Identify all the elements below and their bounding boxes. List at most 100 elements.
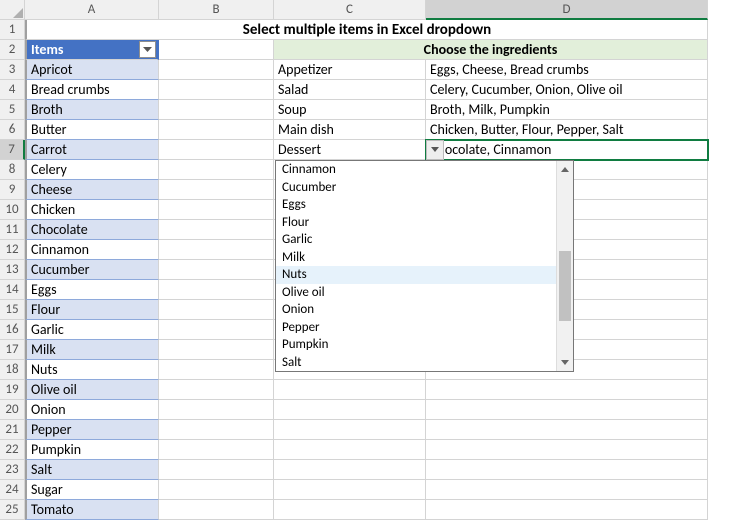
row-header-16[interactable]: 16 xyxy=(0,320,25,340)
cell-b25 xyxy=(159,500,274,520)
course-label: Main dish xyxy=(274,120,426,140)
row-header-19[interactable]: 19 xyxy=(0,380,25,400)
items-cell: Eggs xyxy=(25,280,159,300)
column-header-D[interactable]: D xyxy=(426,0,708,20)
items-cell: Chicken xyxy=(25,200,159,220)
dropdown-option[interactable]: Salt xyxy=(276,354,556,372)
items-cell: Bread crumbs xyxy=(25,80,159,100)
cell-b20 xyxy=(159,400,274,420)
scroll-down-arrow[interactable] xyxy=(557,354,573,371)
cell-b5 xyxy=(159,100,274,120)
row-header-18[interactable]: 18 xyxy=(0,360,25,380)
cell-b22 xyxy=(159,440,274,460)
cell-b9 xyxy=(159,180,274,200)
dropdown-option[interactable]: Flour xyxy=(276,214,556,232)
cell-c25 xyxy=(274,500,426,520)
row-header-9[interactable]: 9 xyxy=(0,180,25,200)
items-cell: Cinnamon xyxy=(25,240,159,260)
cell-b11 xyxy=(159,220,274,240)
cell-c20 xyxy=(274,400,426,420)
row-header-4[interactable]: 4 xyxy=(0,80,25,100)
cell-b16 xyxy=(159,320,274,340)
cell-b19 xyxy=(159,380,274,400)
dropdown-option[interactable]: Nuts xyxy=(276,266,556,284)
select-all-corner[interactable] xyxy=(0,0,25,20)
cell-c21 xyxy=(274,420,426,440)
row-header-25[interactable]: 25 xyxy=(0,500,25,520)
items-cell: Butter xyxy=(25,120,159,140)
items-cell: Olive oil xyxy=(25,380,159,400)
row-header-17[interactable]: 17 xyxy=(0,340,25,360)
dropdown-option[interactable]: Eggs xyxy=(276,196,556,214)
cell-b15 xyxy=(159,300,274,320)
row-header-8[interactable]: 8 xyxy=(0,160,25,180)
dropdown-option[interactable]: Olive oil xyxy=(276,284,556,302)
items-cell: Cucumber xyxy=(25,260,159,280)
cell-b4 xyxy=(159,80,274,100)
dropdown-button[interactable] xyxy=(426,140,444,160)
column-header-A[interactable]: A xyxy=(25,0,159,20)
row-header-10[interactable]: 10 xyxy=(0,200,25,220)
course-label: Dessert xyxy=(274,140,426,160)
filter-button[interactable] xyxy=(139,41,156,58)
row-header-6[interactable]: 6 xyxy=(0,120,25,140)
scroll-thumb[interactable] xyxy=(559,251,571,321)
row-header-11[interactable]: 11 xyxy=(0,220,25,240)
cell-c23 xyxy=(274,460,426,480)
dropdown-option[interactable]: Pepper xyxy=(276,319,556,337)
items-cell: Broth xyxy=(25,100,159,120)
dropdown-option[interactable]: Garlic xyxy=(276,231,556,249)
ingredients-cell: Chicken, Butter, Flour, Pepper, Salt xyxy=(426,120,708,140)
cell-b24 xyxy=(159,480,274,500)
row-header-2[interactable]: 2 xyxy=(0,40,25,60)
dropdown-scrollbar[interactable] xyxy=(556,161,573,371)
dropdown-option[interactable]: Cucumber xyxy=(276,179,556,197)
items-cell: Pepper xyxy=(25,420,159,440)
column-header-C[interactable]: C xyxy=(274,0,426,20)
row-header-20[interactable]: 20 xyxy=(0,400,25,420)
scroll-up-arrow[interactable] xyxy=(557,161,573,178)
cell-c22 xyxy=(274,440,426,460)
cell-b23 xyxy=(159,460,274,480)
row-header-1[interactable]: 1 xyxy=(0,20,25,40)
row-header-7[interactable]: 7 xyxy=(0,140,25,160)
row-header-3[interactable]: 3 xyxy=(0,60,25,80)
choose-ingredients-header: Choose the ingredients xyxy=(274,40,708,60)
row-header-14[interactable]: 14 xyxy=(0,280,25,300)
row-header-15[interactable]: 15 xyxy=(0,300,25,320)
dropdown-option[interactable]: Milk xyxy=(276,249,556,267)
cell-d22 xyxy=(426,440,708,460)
items-cell: Flour xyxy=(25,300,159,320)
row-header-12[interactable]: 12 xyxy=(0,240,25,260)
column-header-B[interactable]: B xyxy=(159,0,274,20)
items-cell: Celery xyxy=(25,160,159,180)
items-cell: Sugar xyxy=(25,480,159,500)
cell-b2 xyxy=(159,40,274,60)
items-cell: Tomato xyxy=(25,500,159,520)
course-label: Salad xyxy=(274,80,426,100)
ingredients-cell: Eggs, Cheese, Bread crumbs xyxy=(426,60,708,80)
row-header-13[interactable]: 13 xyxy=(0,260,25,280)
cell-d24 xyxy=(426,480,708,500)
row-header-24[interactable]: 24 xyxy=(0,480,25,500)
items-cell: Nuts xyxy=(25,360,159,380)
cell-b8 xyxy=(159,160,274,180)
dropdown-option[interactable]: Onion xyxy=(276,301,556,319)
cell-d21 xyxy=(426,420,708,440)
cell-b3 xyxy=(159,60,274,80)
page-title: Select multiple items in Excel dropdown xyxy=(25,20,708,40)
items-cell: Chocolate xyxy=(25,220,159,240)
cell-c19 xyxy=(274,380,426,400)
items-cell: Onion xyxy=(25,400,159,420)
row-header-23[interactable]: 23 xyxy=(0,460,25,480)
row-header-22[interactable]: 22 xyxy=(0,440,25,460)
ingredients-cell[interactable]: Chocolate, Cinnamon xyxy=(426,140,708,160)
dropdown-list[interactable]: CinnamonCucumberEggsFlourGarlicMilkNutsO… xyxy=(275,160,574,372)
dropdown-option[interactable]: Cinnamon xyxy=(276,161,556,179)
cell-d19 xyxy=(426,380,708,400)
row-header-5[interactable]: 5 xyxy=(0,100,25,120)
row-header-21[interactable]: 21 xyxy=(0,420,25,440)
ingredients-cell: Celery, Cucumber, Onion, Olive oil xyxy=(426,80,708,100)
dropdown-option[interactable]: Pumpkin xyxy=(276,336,556,354)
cell-b14 xyxy=(159,280,274,300)
